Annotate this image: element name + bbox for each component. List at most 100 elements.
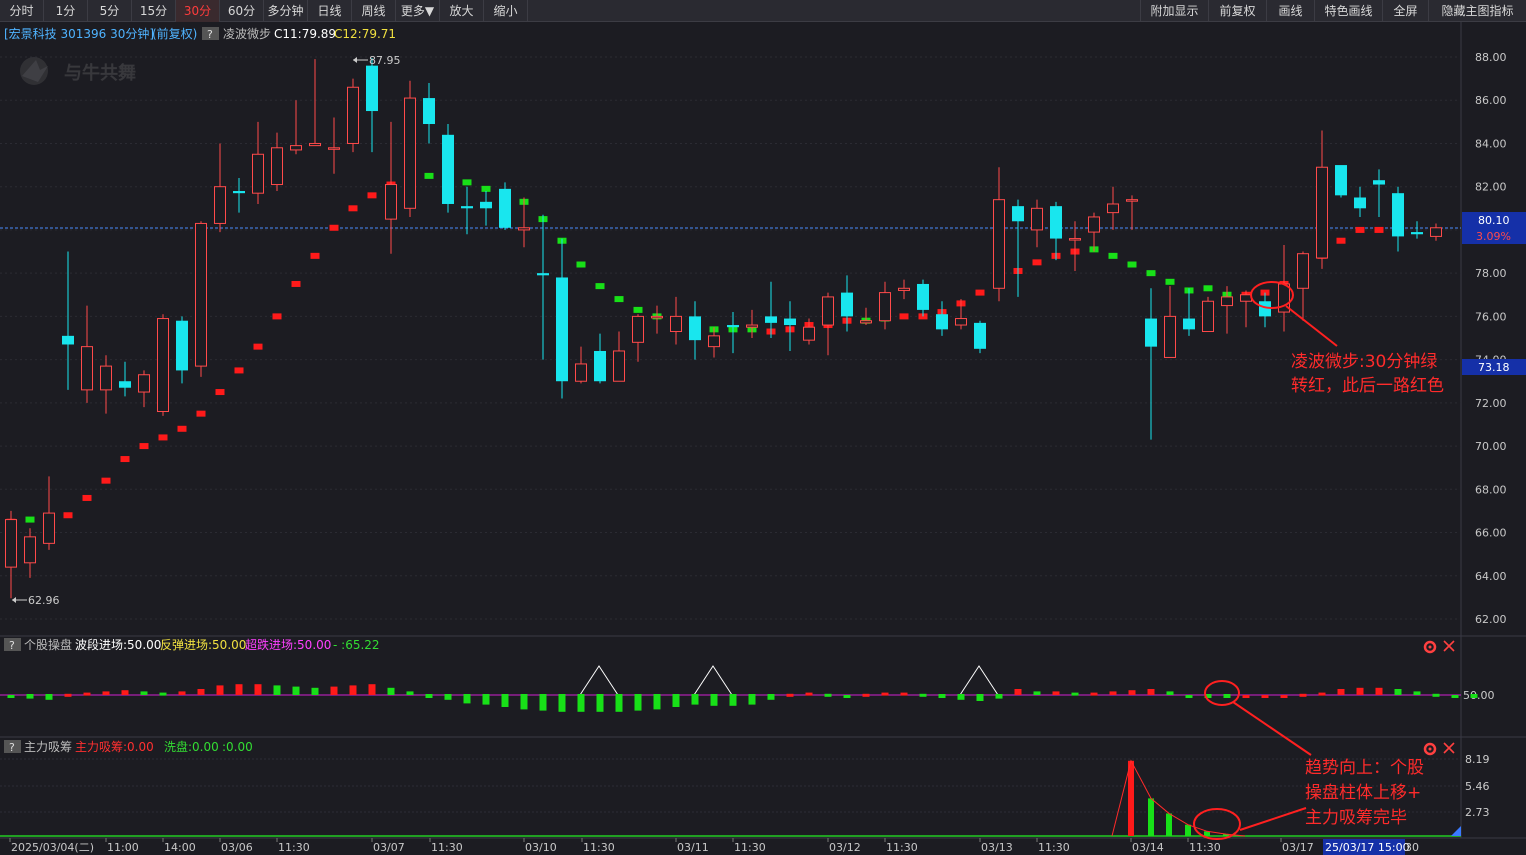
high-marker: 87.95	[353, 54, 401, 67]
candle-body-down	[442, 134, 454, 204]
operation-bar	[140, 691, 148, 695]
time-tick-label: 11:30	[734, 841, 766, 854]
current-price-value: 80.10	[1478, 214, 1510, 227]
zoom-out-button[interactable]: 缩小	[484, 0, 528, 22]
lingbo-step-segment	[177, 425, 187, 432]
adjust-mode-label: (前复权)	[152, 26, 197, 41]
lingbo-step-segment	[1336, 237, 1346, 244]
annotation-text-line1: 凌波微步:30分钟绿	[1291, 352, 1437, 372]
annotation-text-line1: 趋势向上：个股	[1305, 758, 1424, 778]
operation-bar	[406, 691, 414, 695]
operation-bar	[1071, 692, 1079, 696]
settings-gear-icon[interactable]	[1423, 640, 1437, 654]
operation-bar	[254, 684, 262, 695]
oversold-entry-label: 超跌进场:50.00	[245, 637, 331, 652]
operation-bar	[520, 694, 528, 710]
candle-body-down	[727, 325, 739, 328]
price-tick-label: 84.00	[1475, 137, 1507, 150]
lingbo-step-segment	[329, 224, 339, 231]
wave-entry-label: 波段进场:50.00	[75, 637, 161, 652]
candle-body-up	[309, 142, 321, 147]
price-tick-label: 62.00	[1475, 613, 1507, 626]
period-tab-30min[interactable]: 30分	[176, 0, 220, 22]
accumulation-bar	[1185, 824, 1191, 836]
operation-bar	[1432, 693, 1440, 697]
close-icon[interactable]	[1443, 640, 1455, 652]
candle-body-down	[1183, 318, 1195, 330]
more-periods-dropdown[interactable]: 更多▼	[396, 0, 440, 22]
candle-body-down	[1335, 165, 1347, 196]
operation-bar	[995, 694, 1003, 699]
fullscreen-button[interactable]: 全屏	[1382, 0, 1428, 22]
operation-bar	[1470, 694, 1478, 698]
lingbo-step-segment	[215, 389, 225, 396]
operation-bar	[501, 694, 509, 707]
operation-bar	[1451, 695, 1459, 698]
candle-body-up	[879, 292, 891, 322]
period-tab-15min[interactable]: 15分	[132, 0, 176, 22]
operation-bar	[1166, 691, 1174, 695]
corner-resize-icon[interactable]	[1451, 826, 1461, 836]
period-tab-weekly[interactable]: 周线	[352, 0, 396, 22]
price-tick-label: 78.00	[1475, 267, 1507, 280]
candle-body-up	[1088, 216, 1100, 233]
candle-body-down	[1392, 193, 1404, 237]
lingbo-step-segment	[424, 172, 434, 179]
operation-bar	[881, 692, 889, 696]
settings-gear-icon[interactable]	[1423, 742, 1437, 756]
candle-body-down	[1373, 180, 1385, 185]
operation-bar	[7, 695, 15, 698]
hide-main-indicator-button[interactable]: 隐藏主图指标	[1428, 0, 1526, 22]
operation-bar	[482, 694, 490, 705]
operation-bar	[425, 694, 433, 698]
operation-indicator-name: 个股操盘	[24, 637, 72, 652]
candle-body-up	[670, 315, 682, 333]
candle-body-up	[575, 363, 587, 382]
kline-chart[interactable]: 与牛共舞 [宏景科技 301396 30分钟] (前复权) ? 凌波微步 C11…	[0, 22, 1526, 855]
period-tab-timeshare[interactable]: 分时	[0, 0, 44, 22]
time-tick-label: 03/14	[1132, 841, 1164, 854]
operation-bar	[938, 694, 946, 698]
help-mark: ?	[9, 741, 15, 754]
candle-body-up	[328, 147, 340, 150]
forward-adjust-button[interactable]: 前复权	[1208, 0, 1266, 22]
period-tab-daily[interactable]: 日线	[308, 0, 352, 22]
operation-bar	[463, 694, 471, 704]
lingbo-step-segment	[82, 494, 92, 501]
annotation-text-line2: 操盘柱体上移+	[1305, 783, 1421, 803]
candle-body-up	[1297, 253, 1309, 289]
period-tab-1min[interactable]: 1分	[44, 0, 88, 22]
zoom-in-button[interactable]: 放大	[440, 0, 484, 22]
annotation-arrow	[1285, 305, 1338, 347]
operation-bar	[1356, 687, 1364, 695]
time-tick-label: 03/06	[221, 841, 253, 854]
candle-body-up	[1316, 166, 1328, 259]
time-tick-label: 03/10	[525, 841, 557, 854]
operation-bar	[900, 692, 908, 696]
operation-bar	[1280, 695, 1288, 698]
candle-body-up	[1240, 294, 1252, 302]
draw-line-button[interactable]: 画线	[1266, 0, 1314, 22]
period-tab-5min[interactable]: 5分	[88, 0, 132, 22]
close-icon[interactable]	[1443, 742, 1455, 754]
lingbo-step-segment	[1374, 226, 1384, 233]
special-draw-button[interactable]: 特色画线	[1314, 0, 1382, 22]
price-tick-label: 68.00	[1475, 483, 1507, 496]
candle-body-up	[100, 365, 112, 391]
price-tick-label: 82.00	[1475, 181, 1507, 194]
operation-bar	[1052, 691, 1060, 695]
candle-body-up	[1031, 207, 1043, 231]
lingbo-step-segment	[462, 179, 472, 186]
candle-body-up	[271, 147, 283, 186]
wash-value-label: 洗盘:0.00	[164, 739, 219, 754]
extra-display-button[interactable]: 附加显示	[1140, 0, 1208, 22]
period-tab-multi-min[interactable]: 多分钟	[264, 0, 308, 22]
operation-bar	[786, 693, 794, 697]
operation-bar	[178, 691, 186, 695]
candle-body-up	[81, 346, 93, 391]
lingbo-step-segment	[196, 410, 206, 417]
low-marker: 62.96	[12, 594, 60, 607]
operation-bar	[691, 694, 699, 705]
period-tab-60min[interactable]: 60分	[220, 0, 264, 22]
candle-body-down	[1050, 206, 1062, 239]
